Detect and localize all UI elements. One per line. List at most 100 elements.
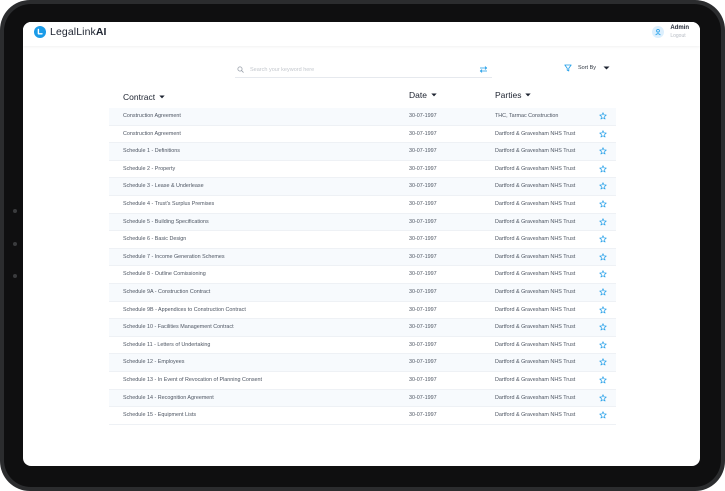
table-row[interactable]: Schedule 13 - In Event of Revocation of … bbox=[109, 372, 616, 390]
star-icon[interactable] bbox=[599, 358, 607, 366]
user-info: Admin Logout bbox=[670, 24, 689, 40]
contract-name[interactable]: Schedule 7 - Income Generation Schemes bbox=[123, 254, 225, 260]
contract-date: 30-07-1997 bbox=[409, 183, 437, 190]
contract-parties: Dartford & Gravesham NHS Trust bbox=[495, 148, 576, 155]
table-row[interactable]: Schedule 9B - Appendices to Construction… bbox=[109, 302, 616, 320]
contract-name[interactable]: Schedule 9B - Appendices to Construction… bbox=[123, 307, 246, 313]
contract-parties: Dartford & Gravesham NHS Trust bbox=[495, 253, 576, 260]
table-row[interactable]: Schedule 7 - Income Generation Schemes 30… bbox=[109, 248, 616, 267]
filter-icon bbox=[564, 64, 572, 72]
contract-name[interactable]: Schedule 2 - Property bbox=[123, 166, 175, 172]
user-name: Admin bbox=[670, 25, 689, 31]
contract-date: 30-07-1997 bbox=[409, 359, 437, 366]
logo[interactable]: LegalLinkAI bbox=[34, 26, 107, 38]
star-icon[interactable] bbox=[599, 376, 607, 384]
table-row[interactable]: Construction Agreement 30-07-1997 THC, Tar… bbox=[109, 108, 616, 126]
contract-name[interactable]: Construction Agreement bbox=[123, 113, 181, 119]
table-row[interactable]: Schedule 11 - Letters of Undertaking 30-0… bbox=[109, 337, 616, 355]
contract-parties: Dartford & Gravesham NHS Trust bbox=[495, 376, 576, 383]
contract-name[interactable]: Schedule 12 - Employees bbox=[123, 359, 184, 365]
contract-parties: Dartford & Gravesham NHS Trust bbox=[495, 165, 576, 172]
table-row[interactable]: Schedule 2 - Property 30-07-1997 Dartford … bbox=[109, 161, 616, 179]
column-header-date[interactable]: Date bbox=[409, 90, 437, 100]
table-row[interactable]: Schedule 10 - Facilities Management Cont… bbox=[109, 319, 616, 337]
column-label: Contract bbox=[123, 92, 156, 102]
contract-name[interactable]: Schedule 11 - Letters of Undertaking bbox=[123, 342, 210, 348]
star-icon[interactable] bbox=[599, 112, 607, 120]
table-row[interactable]: Schedule 4 - Trust's Surplus Premises 30-… bbox=[109, 196, 616, 214]
top-bar: LegalLinkAI Admin Logout bbox=[23, 22, 700, 46]
column-header-contract[interactable]: Contract bbox=[123, 92, 165, 102]
contract-date: 30-07-1997 bbox=[409, 200, 437, 207]
contract-date: 30-07-1997 bbox=[409, 271, 437, 278]
star-icon[interactable] bbox=[599, 411, 607, 419]
contract-name[interactable]: Schedule 15 - Equipment Lists bbox=[123, 412, 196, 418]
side-sensor bbox=[13, 209, 17, 213]
logo-icon bbox=[34, 26, 46, 38]
star-icon[interactable] bbox=[599, 147, 607, 155]
table-row[interactable]: Schedule 15 - Equipment Lists 30-07-1997 D… bbox=[109, 407, 616, 425]
star-icon[interactable] bbox=[599, 217, 607, 226]
star-icon[interactable] bbox=[599, 288, 607, 296]
star-icon[interactable] bbox=[599, 200, 607, 208]
logo-text: LegalLinkAI bbox=[50, 26, 107, 38]
column-label: Date bbox=[409, 90, 427, 100]
table-row[interactable]: Schedule 6 - Basic Design 30-07-1997 Dartf… bbox=[109, 231, 616, 249]
contract-date: 30-07-1997 bbox=[409, 130, 437, 137]
star-icon[interactable] bbox=[599, 182, 607, 190]
table-row[interactable]: Schedule 12 - Employees 30-07-1997 Dartfor… bbox=[109, 354, 616, 372]
app-screen: LegalLinkAI Admin Logout Sort By bbox=[23, 22, 700, 466]
contract-parties: Dartford & Gravesham NHS Trust bbox=[495, 394, 576, 401]
star-icon[interactable] bbox=[599, 323, 607, 331]
contract-parties: Dartford & Gravesham NHS Trust bbox=[495, 200, 576, 207]
star-icon[interactable] bbox=[599, 129, 607, 138]
table-row[interactable]: Schedule 1 - Definitions 30-07-1997 Dartfo… bbox=[109, 143, 616, 161]
contract-name[interactable]: Schedule 6 - Basic Design bbox=[123, 236, 186, 242]
table-row[interactable]: Schedule 9A - Construction Contract 30-07… bbox=[109, 283, 616, 302]
star-icon[interactable] bbox=[599, 341, 607, 349]
contract-date: 30-07-1997 bbox=[409, 324, 437, 331]
star-icon[interactable] bbox=[599, 270, 607, 278]
table-row[interactable]: Schedule 5 - Building Specifications 30-0… bbox=[109, 213, 616, 232]
star-icon[interactable] bbox=[599, 305, 607, 314]
star-icon[interactable] bbox=[599, 393, 607, 402]
user-menu[interactable]: Admin Logout bbox=[652, 24, 689, 40]
search-icon bbox=[237, 66, 244, 73]
contract-date: 30-07-1997 bbox=[409, 341, 437, 348]
logout-link[interactable]: Logout bbox=[670, 32, 689, 40]
contract-name[interactable]: Schedule 5 - Building Specifications bbox=[123, 219, 209, 225]
contract-name[interactable]: Schedule 1 - Definitions bbox=[123, 148, 180, 154]
contract-name[interactable]: Schedule 14 - Recognition Agreement bbox=[123, 395, 214, 401]
contract-parties: Dartford & Gravesham NHS Trust bbox=[495, 341, 576, 348]
swap-icon[interactable] bbox=[479, 66, 488, 73]
contract-name[interactable]: Schedule 8 - Outline Comissioning bbox=[123, 271, 206, 277]
contract-name[interactable]: Schedule 4 - Trust's Surplus Premises bbox=[123, 201, 214, 207]
caret-down-icon bbox=[603, 66, 610, 70]
contract-name[interactable]: Construction Agreement bbox=[123, 131, 181, 137]
contract-date: 30-07-1997 bbox=[409, 394, 437, 401]
contract-parties: Dartford & Gravesham NHS Trust bbox=[495, 324, 576, 331]
contract-name[interactable]: Schedule 9A - Construction Contract bbox=[123, 289, 210, 295]
contract-date: 30-07-1997 bbox=[409, 288, 437, 295]
contract-date: 30-07-1997 bbox=[409, 113, 437, 119]
table-row[interactable]: Schedule 3 - Lease & Underlease 30-07-199… bbox=[109, 178, 616, 196]
contract-name[interactable]: Schedule 10 - Facilities Management Cont… bbox=[123, 324, 234, 330]
contract-name[interactable]: Schedule 13 - In Event of Revocation of … bbox=[123, 377, 262, 383]
search-input[interactable] bbox=[250, 66, 465, 73]
sort-by-control[interactable]: Sort By bbox=[564, 64, 610, 72]
contract-parties: Dartford & Gravesham NHS Trust bbox=[495, 412, 576, 419]
user-icon bbox=[652, 26, 665, 38]
contract-name[interactable]: Schedule 3 - Lease & Underlease bbox=[123, 183, 204, 189]
star-icon[interactable] bbox=[599, 165, 607, 173]
table-row[interactable]: Schedule 8 - Outline Comissioning 30-07-1… bbox=[109, 266, 616, 284]
column-header-parties[interactable]: Parties bbox=[495, 90, 532, 100]
contract-parties: Dartford & Gravesham NHS Trust bbox=[495, 130, 576, 137]
contract-parties: Dartford & Gravesham NHS Trust bbox=[495, 306, 576, 313]
contract-parties: Dartford & Gravesham NHS Trust bbox=[495, 218, 576, 225]
table-row[interactable]: Construction Agreement 30-07-1997 Dartford… bbox=[109, 126, 616, 144]
star-icon[interactable] bbox=[599, 253, 607, 261]
table-row[interactable]: Schedule 14 - Recognition Agreement 30-07… bbox=[109, 389, 616, 408]
side-sensor bbox=[13, 274, 17, 278]
star-icon[interactable] bbox=[599, 235, 607, 243]
contract-parties: Dartford & Gravesham NHS Trust bbox=[495, 271, 576, 278]
